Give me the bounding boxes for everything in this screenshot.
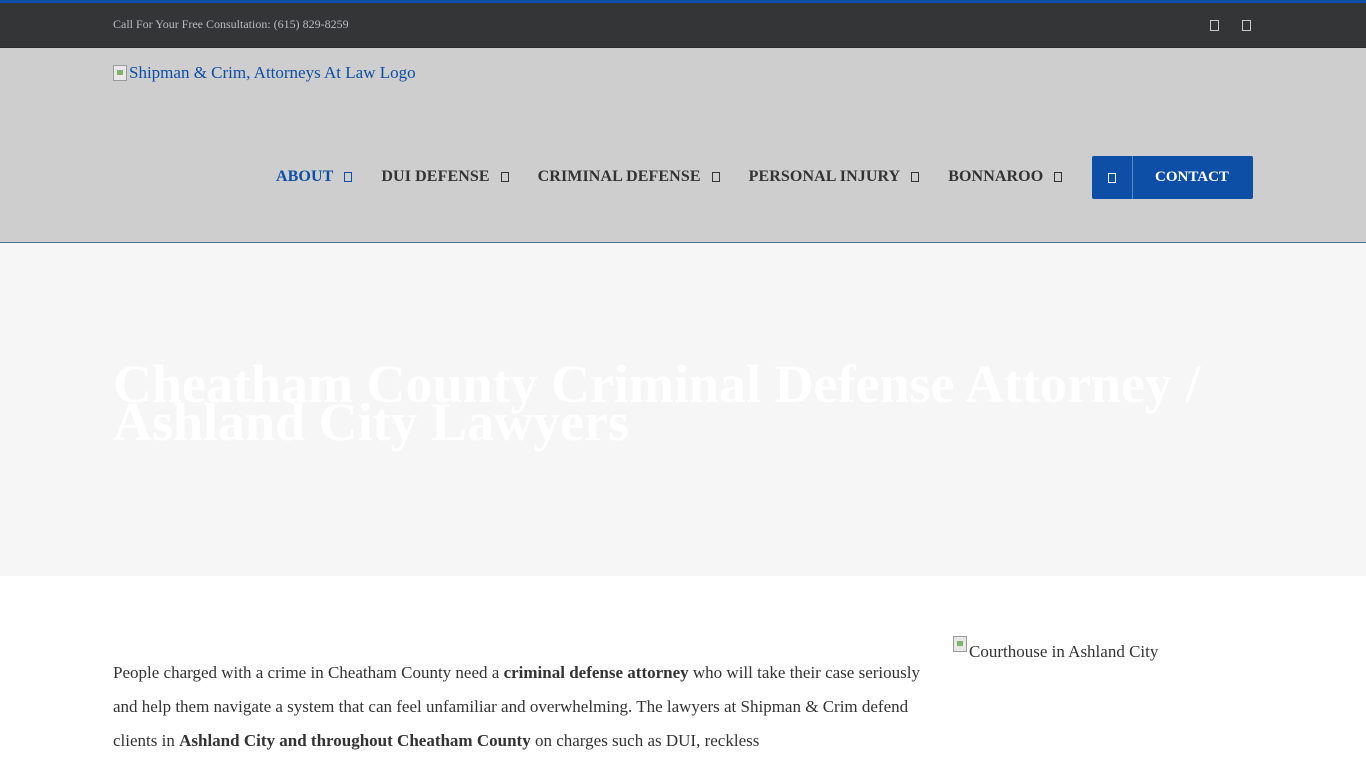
nav-item-criminal-defense[interactable]: CRIMINAL DEFENSE [538,168,720,186]
nav-item-label: ABOUT [276,168,334,185]
broken-image-icon [113,65,127,81]
text-segment: on charges such as DUI, reckless [530,731,760,750]
contact-button[interactable]: CONTACT [1092,156,1253,199]
text-segment: People charged with a crime in Cheatham … [113,663,504,682]
image-alt-text: Courthouse in Ashland City [969,642,1159,661]
site-logo[interactable]: Shipman & Crim, Attorneys At Law Logo [113,63,416,83]
phone-icon [1092,156,1133,199]
nav-item-personal-injury[interactable]: PERSONAL INJURY [749,168,920,186]
intro-paragraph: People charged with a crime in Cheatham … [113,656,938,758]
bold-text: Ashland City and throughout Cheatham Cou… [179,731,531,750]
page-title-line-2: Ashland City Lawyers [113,392,630,452]
page-title: Cheatham County Criminal Defense Attorne… [113,357,1253,449]
facebook-icon[interactable] [1207,20,1221,34]
nav-item-dui-defense[interactable]: DUI DEFENSE [381,168,509,186]
nav-item-label: CRIMINAL DEFENSE [537,168,701,185]
main-nav: ABOUT DUI DEFENSE CRIMINAL DEFENSE PERSO… [276,167,1091,187]
page-hero: Cheatham County Criminal Defense Attorne… [0,243,1366,576]
contact-button-label: CONTACT [1155,169,1229,185]
nav-item-label: PERSONAL INJURY [748,168,901,185]
chevron-down-icon [344,172,353,182]
chevron-down-icon [911,172,920,182]
consultation-phone[interactable]: Call For Your Free Consultation: (615) 8… [113,17,349,32]
courthouse-image: Courthouse in Ashland City [953,636,1158,662]
site-header: Shipman & Crim, Attorneys At Law Logo AB… [0,48,1366,243]
bold-text: criminal defense attorney [503,663,689,682]
nav-item-label: DUI DEFENSE [381,168,490,185]
chevron-down-icon [500,172,509,182]
twitter-icon[interactable] [1239,20,1253,34]
nav-item-about[interactable]: ABOUT [276,168,353,186]
nav-item-label: BONNAROO [948,168,1044,185]
chevron-down-icon [711,172,720,182]
top-bar: Call For Your Free Consultation: (615) 8… [0,0,1366,48]
broken-image-icon [953,636,967,652]
chevron-down-icon [1054,172,1063,182]
nav-item-bonnaroo[interactable]: BONNAROO [948,168,1063,186]
logo-alt-text: Shipman & Crim, Attorneys At Law Logo [129,63,416,82]
